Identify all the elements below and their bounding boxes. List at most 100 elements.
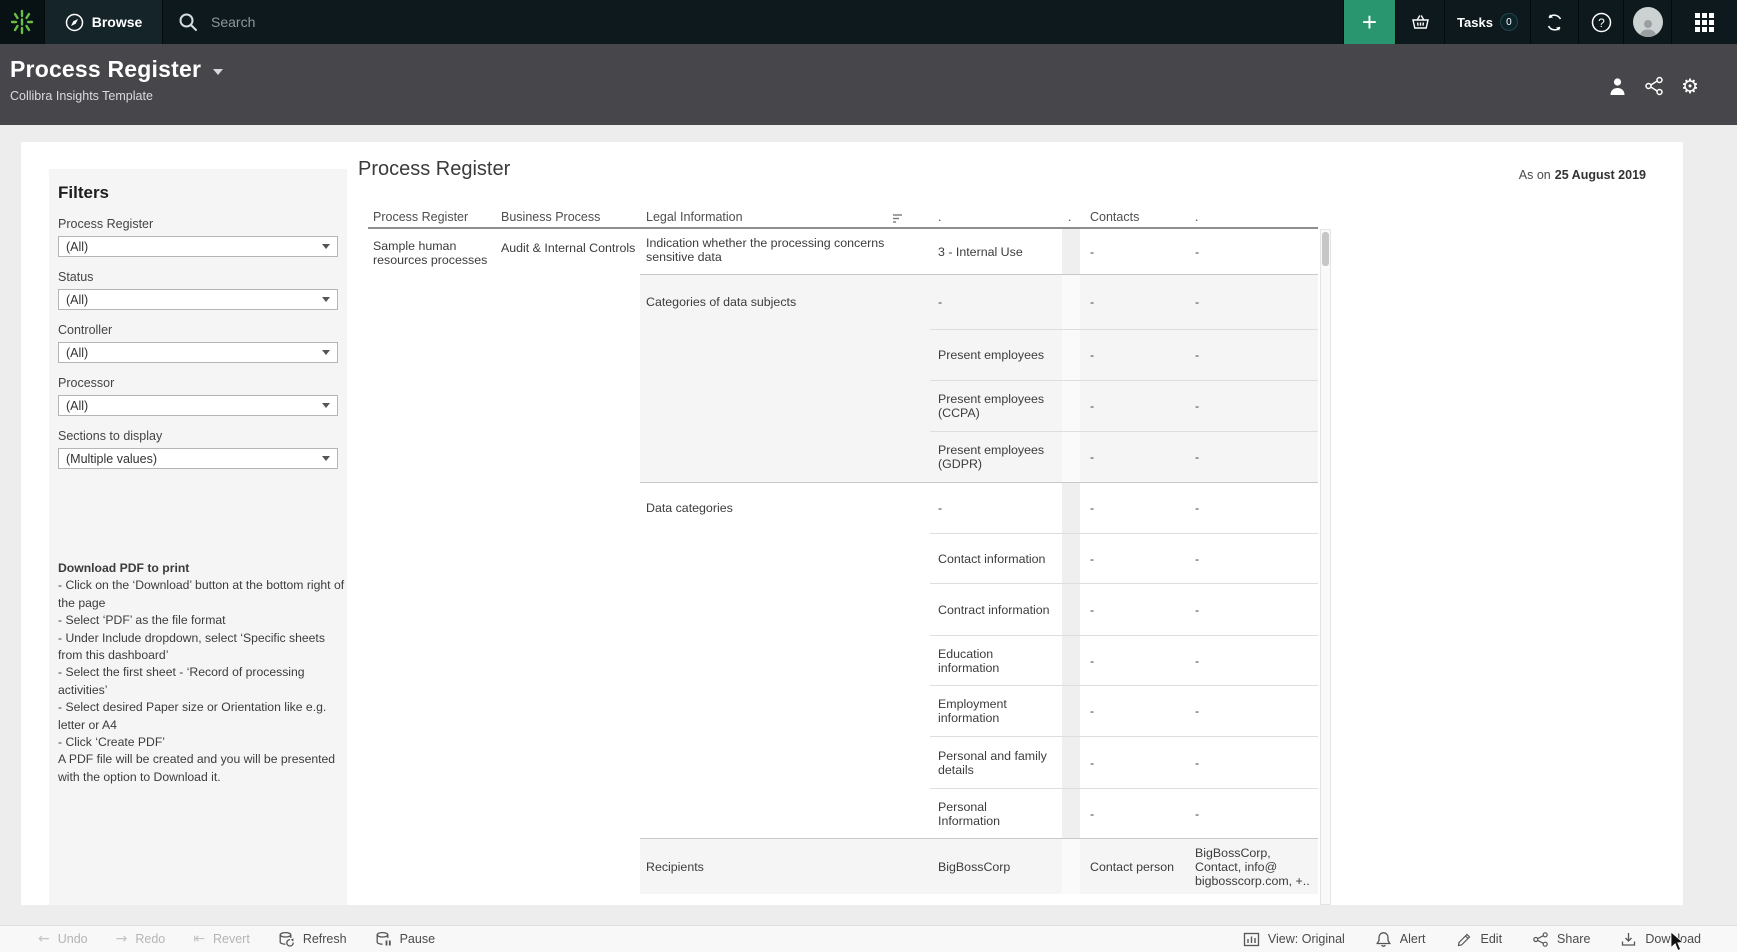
cell-legal-information[interactable]: Data categories [640,482,930,533]
basket-button[interactable] [1395,0,1444,44]
table-row-employment-information[interactable]: Employment information - - [368,685,1318,736]
share-button-header[interactable] [1644,76,1664,96]
cell-value[interactable]: - [1080,482,1185,533]
instruction-line: - Click on the ‘Download’ button at the … [58,577,350,612]
table-scrollbar[interactable] [1320,229,1331,905]
cell-value[interactable]: - [1185,583,1318,635]
cell-value[interactable]: - [1185,533,1318,583]
title-dropdown-caret-icon[interactable] [213,69,223,75]
cell-value[interactable]: Contract information [930,583,1062,635]
column-header-dot-2[interactable]: . [1185,210,1318,227]
pause-button[interactable]: Pause [375,931,435,948]
controller-select[interactable]: (All) [58,342,338,363]
cell-value[interactable]: - [1185,736,1318,788]
table-row-contact-information[interactable]: Contact information - - [368,533,1318,583]
cell-value[interactable]: - [1080,274,1185,329]
table-row-education-information[interactable]: Education information - - [368,635,1318,685]
column-header-contacts[interactable]: Contacts [1080,210,1185,227]
table-row-present-employees-gdpr[interactable]: Present employees (GDPR) - - [368,431,1318,482]
apps-menu-button[interactable] [1671,0,1737,44]
table-row-categories-of-data-subjects[interactable]: Categories of data subjects - - - [368,274,1318,329]
download-button[interactable]: Download [1620,931,1701,948]
cell-value[interactable]: - [1185,788,1318,838]
cell-value[interactable]: - [1185,274,1318,329]
cell-value[interactable]: 3 - Internal Use [930,229,1062,274]
cell-value[interactable]: Present employees (GDPR) [930,431,1062,482]
cell-value[interactable]: - [1080,736,1185,788]
search-bar[interactable]: Search [163,0,1343,44]
scrollbar-thumb[interactable] [1322,232,1329,266]
cell-legal-information[interactable]: Recipients [640,838,930,894]
cell-value[interactable]: - [1185,482,1318,533]
cell-value[interactable]: - [1080,635,1185,685]
table-row-present-employees-ccpa[interactable]: Present employees (CCPA) - - [368,380,1318,431]
sort-icon[interactable] [892,212,904,224]
status-select[interactable]: (All) [58,289,338,310]
undo-button[interactable]: ← Undo [38,931,88,947]
user-menu[interactable] [1623,0,1671,44]
cell-value[interactable]: - [1080,431,1185,482]
cell-value[interactable]: - [1185,380,1318,431]
collibra-logo[interactable] [0,0,44,44]
cell-value[interactable]: Personal and family details [930,736,1062,788]
table-row-sensitive-data[interactable]: Sample human resources processes Audit &… [368,229,1318,274]
cell-legal-information[interactable]: Indication whether the processing concer… [640,229,930,274]
cell-value[interactable]: - [1185,229,1318,274]
table-row-personal-and-family-details[interactable]: Personal and family details - - [368,736,1318,788]
column-header-dot-spacer[interactable]: . [1062,210,1080,227]
cell-value[interactable]: Contact person [1080,838,1185,894]
cell-value[interactable]: Present employees [930,329,1062,380]
cell-value[interactable]: - [1185,431,1318,482]
cell-value[interactable]: - [1185,329,1318,380]
cell-value[interactable]: Contact information [930,533,1062,583]
table-row-recipients[interactable]: Recipients BigBossCorp Contact person Bi… [368,838,1318,894]
share-button-toolbar[interactable]: Share [1532,931,1590,948]
as-on-date: As on25 August 2019 [1519,168,1646,182]
redo-button[interactable]: → Redo [116,931,166,947]
cell-business-process[interactable]: Audit & Internal Controls [498,229,640,274]
cell-value[interactable]: BigBossCorp [930,838,1062,894]
table-row-present-employees[interactable]: Present employees - - [368,329,1318,380]
column-header-business-process[interactable]: Business Process [498,210,640,227]
tasks-button[interactable]: Tasks 0 [1444,0,1530,44]
sync-button[interactable] [1530,0,1578,44]
table-row-data-categories[interactable]: Data categories - - - [368,482,1318,533]
cell-value[interactable]: - [1080,533,1185,583]
processor-select[interactable]: (All) [58,395,338,416]
cell-value[interactable]: - [1185,635,1318,685]
cell-value[interactable]: - [1080,583,1185,635]
table-row-personal-information[interactable]: Personal Information - - [368,788,1318,838]
cell-value[interactable]: - [930,274,1062,329]
cell-value[interactable]: BigBossCorp, Contact, info@ bigbosscorp.… [1185,838,1318,894]
sections-to-display-select[interactable]: (Multiple values) [58,448,338,469]
cell-value[interactable]: - [1080,380,1185,431]
edit-button[interactable]: Edit [1456,931,1503,948]
cell-process-register[interactable]: Sample human resources processes [368,229,498,274]
cell-value[interactable]: - [930,482,1062,533]
cell-value[interactable]: - [1080,788,1185,838]
alert-button[interactable]: Alert [1375,931,1426,948]
cell-value[interactable]: Education information [930,635,1062,685]
help-button[interactable]: ? [1578,0,1623,44]
responsibilities-button[interactable] [1608,77,1627,96]
cell-value[interactable]: - [1185,685,1318,736]
cell-value[interactable]: - [1080,685,1185,736]
cell-value[interactable]: Personal Information [930,788,1062,838]
revert-button[interactable]: ⇤ Revert [193,931,250,947]
column-header-process-register[interactable]: Process Register [368,210,498,227]
table-header-row: Process Register Business Process Legal … [368,210,1318,229]
browse-button[interactable]: Browse [44,0,163,44]
view-original-button[interactable]: View: Original [1243,931,1345,948]
cell-legal-information[interactable]: Categories of data subjects [640,274,930,329]
cell-value[interactable]: - [1080,229,1185,274]
settings-button[interactable]: ⚙ [1681,76,1699,96]
column-header-dot-1[interactable]: . [930,210,1062,227]
column-header-legal-information[interactable]: Legal Information [640,210,930,227]
cell-value[interactable]: Present employees (CCPA) [930,380,1062,431]
cell-value[interactable]: Employment information [930,685,1062,736]
table-row-contract-information[interactable]: Contract information - - [368,583,1318,635]
process-register-select[interactable]: (All) [58,236,338,257]
cell-value[interactable]: - [1080,329,1185,380]
refresh-button[interactable]: Refresh [278,931,347,948]
create-button[interactable]: + [1343,0,1395,44]
